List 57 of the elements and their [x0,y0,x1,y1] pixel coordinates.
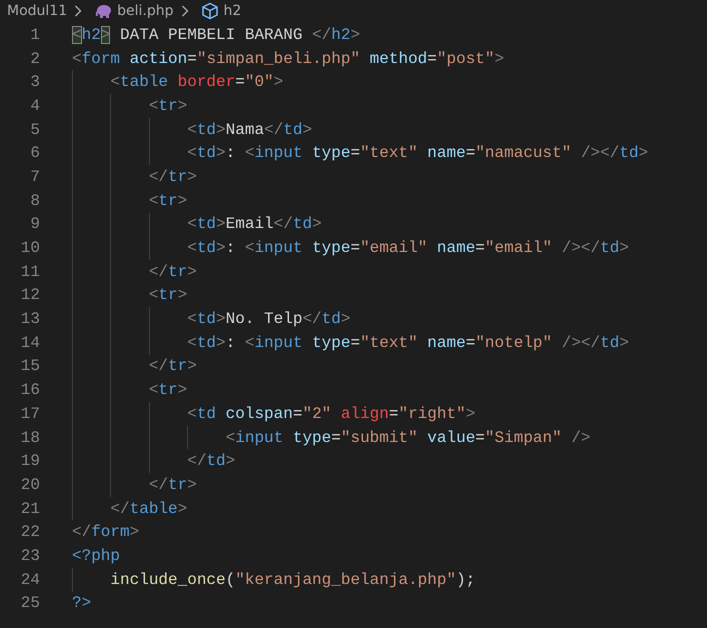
line-number: 18 [20,428,40,447]
line-number: 7 [29,168,40,186]
code-line: <td>Nama</td> [186,120,312,139]
line-number: 15 [20,357,40,376]
code-line: </tr> [148,168,197,186]
line-number: 11 [20,262,40,281]
line-number: 1 [29,26,40,44]
line-number: 2 [29,50,40,68]
line-number: 20 [20,476,40,494]
line-number: 3 [29,73,40,92]
line-number: 23 [20,546,40,565]
line-number: 22 [20,523,40,542]
line-number: 19 [20,452,40,470]
code-line: <form action="simpan_beli.php" method="post"> [72,50,504,68]
line-number: 16 [20,381,40,400]
line-number: 13 [20,310,40,328]
line-number: 9 [29,215,40,234]
code-line: <td>: <input type="text" name="notelp" /></td> [186,334,629,352]
code-line: </form> [72,523,140,542]
code-line: <tr> [148,192,188,210]
line-number: 6 [29,144,40,162]
line-number: 4 [29,96,40,115]
code-line: ?> [72,594,92,612]
code-line: </td> [186,452,236,470]
code-line: </tr> [148,262,197,281]
code-line: <td>: <input type="text" name="namacust" /></td> [186,144,648,162]
code-line: </tr> [148,476,197,494]
chevron-icon [74,5,82,17]
code-line: include_once("keranjang_belanja.php"); [109,570,476,589]
code-line: <h2> DATA PEMBELI BARANG </h2> [72,26,360,44]
code-line: <td colspan="2" align="right"> [186,404,476,423]
line-number: 24 [20,570,40,589]
line-number: 25 [20,594,40,612]
line-number: 14 [20,334,40,352]
line-number: 5 [29,120,40,139]
line-number: 17 [20,404,40,423]
line-number: 12 [20,286,40,304]
code-line: </tr> [148,357,197,376]
breadcrumb-item[interactable]: beli.php [117,3,174,19]
code-line: <tr> [148,286,188,304]
line-number: 10 [20,239,40,258]
code-line: <table border="0"> [109,73,284,92]
code-line: <?php [72,546,120,565]
line-number: 8 [29,192,40,210]
code-line: <td>: <input type="email" name="email" /></td> [186,239,629,258]
code-line: <td>Email</td> [186,215,322,234]
code-line: <tr> [148,96,188,115]
chevron-icon [180,5,188,17]
breadcrumb-item[interactable]: h2 [224,3,242,19]
code-line: <tr> [148,381,188,400]
code-line: <td>No. Telp</td> [186,310,350,328]
code-line: </table> [109,500,188,518]
code-line: <input type="submit" value="Simpan" /> [224,428,591,447]
breadcrumb-item[interactable]: Modul11 [7,3,68,19]
cube-icon [200,2,218,20]
line-number: 21 [20,500,40,518]
elephant-icon [94,4,112,18]
